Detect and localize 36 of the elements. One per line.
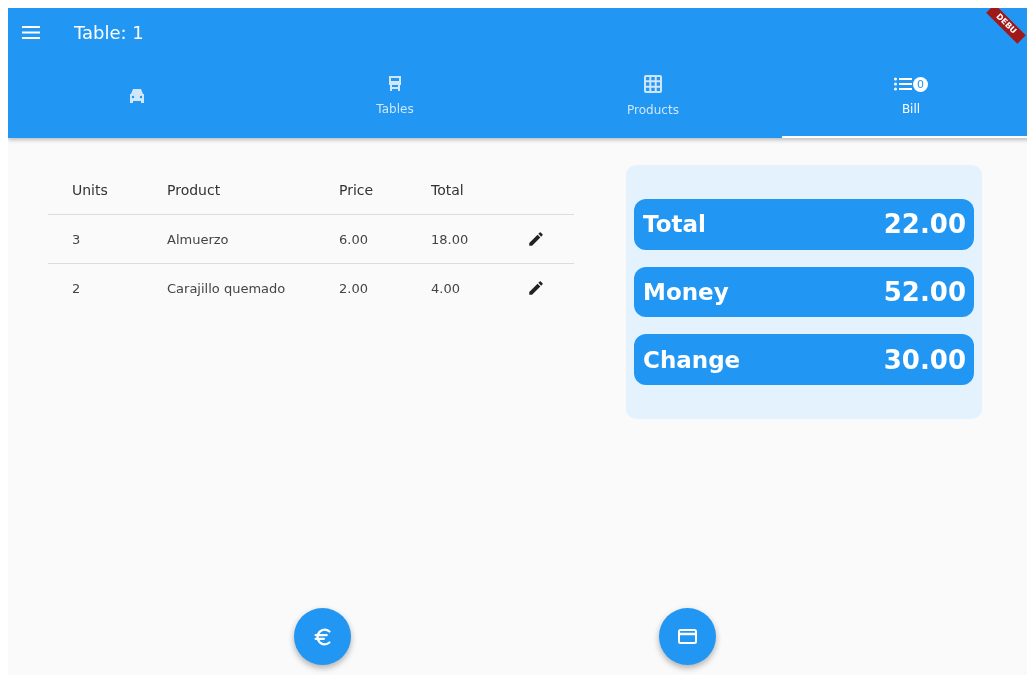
column-header: Units	[71, 182, 109, 198]
count-badge: 0	[913, 76, 928, 92]
table-cell-text: 6.00	[338, 231, 369, 247]
column-header: Total	[430, 182, 465, 198]
tab[interactable]: 0 Bill	[782, 56, 1027, 138]
tab[interactable]: Tables	[266, 56, 524, 138]
table-cell-text: 2	[71, 280, 82, 296]
menu-button[interactable]	[22, 25, 40, 39]
summary-label: Change	[643, 346, 741, 373]
edit-button[interactable]	[526, 279, 545, 297]
chair-icon	[388, 76, 402, 92]
grid-icon	[644, 75, 662, 93]
cash-button[interactable]	[294, 608, 351, 665]
card-icon	[678, 629, 697, 644]
table-cell-text: 18.00	[430, 231, 470, 247]
summary-value: 30.00	[883, 344, 966, 375]
column-header: Product	[166, 182, 222, 198]
menu-icon	[22, 25, 40, 39]
table-cell-text: Almuerzo	[166, 231, 230, 247]
summary-label: Money	[643, 279, 729, 305]
table-cell-text: 3	[71, 231, 82, 247]
card-button[interactable]	[659, 608, 716, 665]
car-icon	[128, 88, 146, 104]
summary-value: 52.00	[883, 277, 966, 307]
tab[interactable]: Products	[524, 56, 782, 138]
edit-button[interactable]	[526, 230, 545, 248]
table-cell-text: 4.00	[430, 280, 461, 296]
column-header: Price	[338, 182, 375, 198]
edit-icon	[526, 230, 545, 248]
summary-label: Total	[643, 211, 706, 238]
table-cell-text: 2.00	[338, 280, 369, 296]
summary-value: 22.00	[883, 209, 966, 240]
table-cell-text: Carajillo quemado	[166, 280, 287, 296]
list-icon	[894, 77, 912, 91]
edit-icon	[526, 279, 545, 297]
app-title: Table: 1	[74, 21, 144, 43]
